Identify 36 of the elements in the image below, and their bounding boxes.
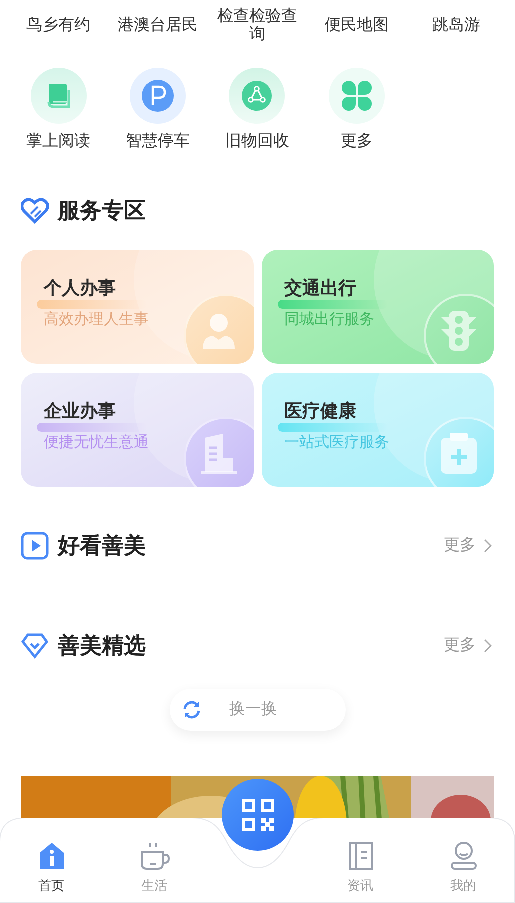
- notebook-icon: [348, 842, 372, 870]
- quick-link[interactable]: 更多: [307, 68, 407, 152]
- card-subtitle: 同城出行服务: [284, 310, 374, 330]
- section-title: 好看善美: [58, 532, 146, 560]
- quick-link[interactable]: 鸟乡有约: [26, 8, 91, 44]
- card-title: 医疗健康: [284, 400, 356, 423]
- quick-link[interactable]: 跳岛游: [432, 8, 480, 44]
- chevron-right-icon: [484, 639, 492, 653]
- tab-bar-item[interactable]: 首页: [0, 842, 103, 896]
- service-card[interactable]: 个人办事 高效办理人生事: [21, 250, 254, 364]
- quick-link[interactable]: 检查检验查询: [211, 8, 304, 44]
- card-title: 交通出行: [284, 277, 356, 300]
- card-subtitle: 便捷无忧生意通: [44, 433, 149, 453]
- diamond-icon: [21, 633, 49, 659]
- section-title: 善美精选: [58, 632, 146, 660]
- play-icon: [21, 532, 49, 560]
- card-title: 企业办事: [44, 400, 116, 423]
- qr-code-icon: [240, 797, 276, 833]
- quick-link[interactable]: 便民地图: [324, 8, 389, 44]
- quick-link[interactable]: 智慧停车: [108, 68, 208, 152]
- quick-link[interactable]: 掌上阅读: [9, 68, 108, 152]
- service-card[interactable]: 企业办事 便捷无忧生意通: [21, 373, 254, 487]
- service-card[interactable]: 交通出行 同城出行服务: [262, 250, 494, 364]
- section-title: 服务专区: [58, 197, 146, 225]
- heart-icon: [21, 198, 49, 224]
- quick-link[interactable]: 旧物回收: [208, 68, 308, 152]
- cup-icon: [140, 842, 170, 870]
- card-subtitle: 高效办理人生事: [44, 310, 149, 330]
- service-card[interactable]: 医疗健康 一站式医疗服务: [262, 373, 494, 487]
- quick-link[interactable]: 港澳台居民: [118, 8, 198, 44]
- chevron-right-icon: [484, 539, 492, 553]
- card-title: 个人办事: [44, 277, 116, 300]
- card-subtitle: 一站式医疗服务: [284, 433, 390, 453]
- refresh-icon: [182, 700, 202, 720]
- user-icon: [450, 842, 476, 870]
- home-icon: [38, 842, 64, 870]
